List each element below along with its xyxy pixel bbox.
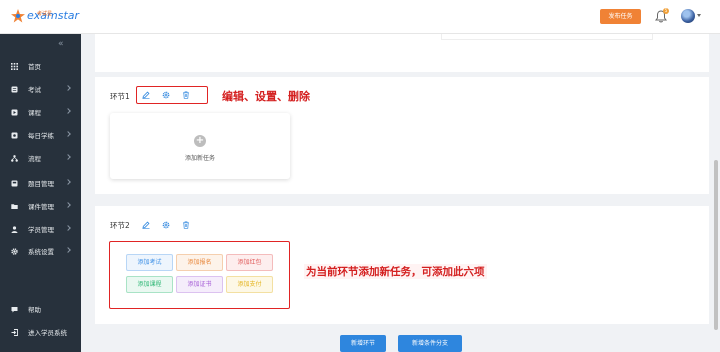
new-condition-branch-button[interactable]: 新增条件分支 [398,335,462,352]
star-logo-icon [11,9,25,23]
chevron-down-icon[interactable] [697,14,701,17]
sidebar-item-label: 帮助 [28,306,41,314]
sidebar-item-label: 课程 [28,109,41,117]
annotation-box [109,241,290,309]
chevron-right-icon [65,202,71,208]
chevron-right-icon [65,154,71,160]
settings-icon[interactable] [162,91,170,99]
practice-icon [11,132,18,138]
add-new-task-label: 添加新任务 [184,155,215,162]
add-certificate-button[interactable]: 添加证书 [176,276,223,293]
sidebar-item-settings[interactable]: 系统设置 [0,240,81,262]
annotation-add-task-options: 为当前环节添加新任务，可添加此六项 [304,264,487,279]
collapse-sidebar-icon[interactable]: « [58,39,64,49]
user-icon [11,225,18,233]
gear-icon [11,247,18,255]
annotation-edit-settings-delete: 编辑、设置、删除 [222,90,310,103]
enter-icon [11,328,18,336]
add-registration-button[interactable]: 添加报名 [176,254,223,271]
add-course-button[interactable]: 添加课程 [126,276,173,293]
chevron-right-icon [65,131,71,137]
top-header: examstar 考试星 发布任务 5 [0,0,720,34]
sidebar-item-questions[interactable]: 题目管理 [0,172,81,194]
sidebar-item-label: 考试 [28,86,41,94]
previous-card-inner [441,34,653,40]
chevron-right-icon [65,85,71,91]
stage-title: 环节2 [110,221,130,230]
flow-icon [11,154,18,162]
sidebar-item-label: 每日学练 [28,132,54,140]
sidebar-item-help[interactable]: 帮助 [0,298,81,320]
chevron-right-icon [65,247,71,253]
sidebar-item-label: 学员管理 [28,226,54,234]
sidebar: « 首页 考试 课程 每日学练 流程 题目管理 课件管理 学员管理 系统设置 帮… [0,34,81,352]
folder-icon [11,203,18,209]
logo-text: examstar [27,9,80,22]
edit-icon[interactable] [142,91,150,99]
new-stage-button[interactable]: 新增环节 [340,335,386,352]
stage-title: 环节1 [110,92,130,101]
avatar[interactable] [681,9,695,23]
sidebar-item-practice[interactable]: 每日学练 [0,124,81,146]
sidebar-item-course[interactable]: 课程 [0,101,81,123]
publish-task-button[interactable]: 发布任务 [600,9,641,24]
sidebar-item-courseware[interactable]: 课件管理 [0,195,81,217]
sidebar-item-label: 进入学员系统 [28,329,67,337]
logo-subtitle: 考试星 [37,11,53,17]
sidebar-item-home[interactable]: 首页 [0,55,81,77]
chevron-right-icon [65,108,71,114]
sidebar-item-label: 题目管理 [28,180,54,188]
edit-icon[interactable] [142,221,150,229]
scrollbar-thumb[interactable] [714,160,718,330]
question-icon [11,180,18,186]
chevron-right-icon [65,225,71,231]
sidebar-item-label: 课件管理 [28,203,54,211]
sidebar-item-label: 系统设置 [28,248,54,256]
settings-icon[interactable] [162,221,170,229]
sidebar-item-enter-student-system[interactable]: 进入学员系统 [0,321,81,343]
notification-badge: 5 [663,8,669,14]
exam-icon [11,86,18,92]
sidebar-item-exam[interactable]: 考试 [0,78,81,100]
plus-icon: + [194,135,206,147]
add-payment-button[interactable]: 添加支付 [226,276,273,293]
previous-card [95,34,709,72]
add-new-task-card[interactable]: + 添加新任务 [110,113,290,179]
sidebar-item-flow[interactable]: 流程 [0,147,81,169]
sidebar-item-label: 首页 [28,63,41,71]
add-red-packet-button[interactable]: 添加红包 [226,254,273,271]
help-icon [11,306,18,312]
grid-icon [11,62,18,70]
add-exam-button[interactable]: 添加考试 [126,254,173,271]
trash-icon[interactable] [182,91,190,99]
sidebar-item-students[interactable]: 学员管理 [0,218,81,240]
trash-icon[interactable] [182,221,190,229]
sidebar-item-label: 流程 [28,155,41,163]
chevron-right-icon [65,179,71,185]
course-icon [11,109,18,115]
